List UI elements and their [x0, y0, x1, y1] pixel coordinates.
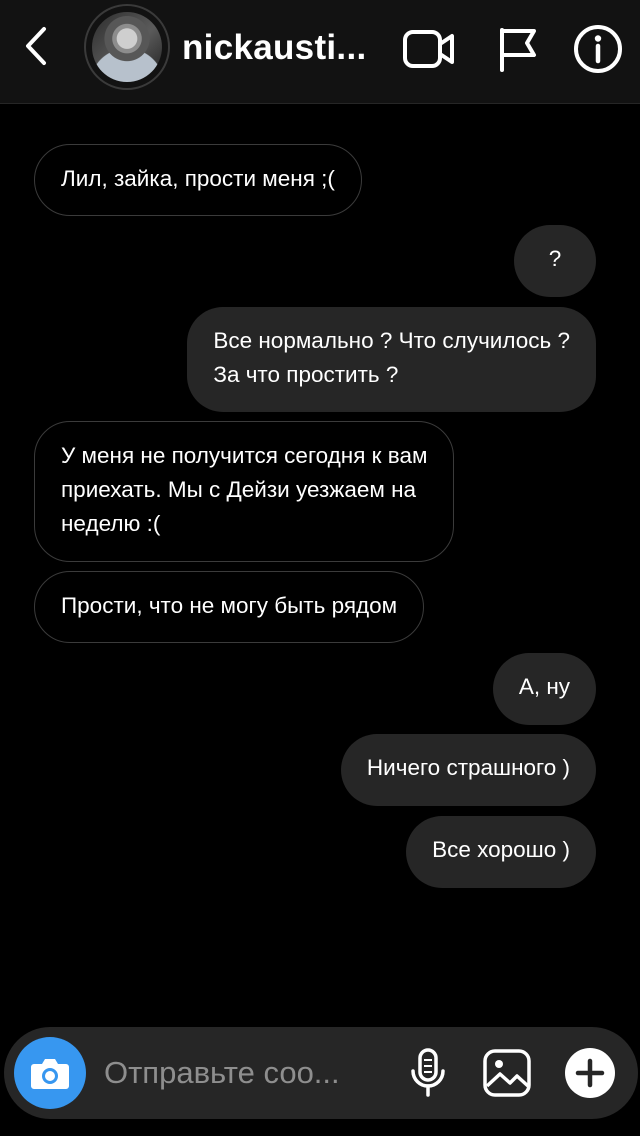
- microphone-icon: [411, 1048, 445, 1097]
- message-bubble-incoming[interactable]: У меня не получится сегодня к вам приеха…: [34, 421, 455, 562]
- image-gallery-icon: [483, 1049, 531, 1097]
- flag-icon: [500, 28, 536, 72]
- chevron-left-icon: [26, 27, 46, 65]
- message-bubble-outgoing[interactable]: Все хорошо ): [406, 816, 596, 888]
- info-button[interactable]: [571, 22, 625, 76]
- report-button[interactable]: [490, 22, 544, 76]
- camera-icon: [31, 1059, 69, 1089]
- more-options-button[interactable]: [560, 1043, 620, 1103]
- plus-icon: [565, 1048, 615, 1098]
- gallery-button[interactable]: [477, 1043, 537, 1103]
- voice-message-button[interactable]: [398, 1043, 458, 1103]
- info-icon: [574, 25, 622, 73]
- profile-avatar[interactable]: [84, 4, 170, 90]
- message-input[interactable]: [104, 1049, 374, 1097]
- message-bubble-outgoing[interactable]: Ничего страшного ): [340, 734, 596, 806]
- message-bubble-outgoing[interactable]: ?: [514, 225, 596, 297]
- back-button[interactable]: [14, 24, 58, 68]
- video-call-button[interactable]: [402, 22, 456, 76]
- message-bubble-outgoing[interactable]: А, ну: [492, 653, 596, 725]
- message-bubble-incoming[interactable]: Лил, зайка, прости меня ;(: [34, 144, 362, 216]
- message-bubble-outgoing[interactable]: Все нормально ? Что случилось ? За что п…: [187, 307, 596, 412]
- message-bubble-incoming[interactable]: Прости, что не могу быть рядом: [34, 571, 425, 643]
- chat-username[interactable]: nickausti...: [182, 28, 367, 68]
- camera-button[interactable]: [14, 1037, 86, 1109]
- chat-header: nickausti...: [0, 0, 640, 104]
- avatar-image: [92, 12, 162, 82]
- message-thread: Лил, зайка, прости меня ;( ? Все нормаль…: [0, 104, 640, 1024]
- video-camera-icon: [403, 30, 454, 68]
- message-composer: [4, 1027, 638, 1119]
